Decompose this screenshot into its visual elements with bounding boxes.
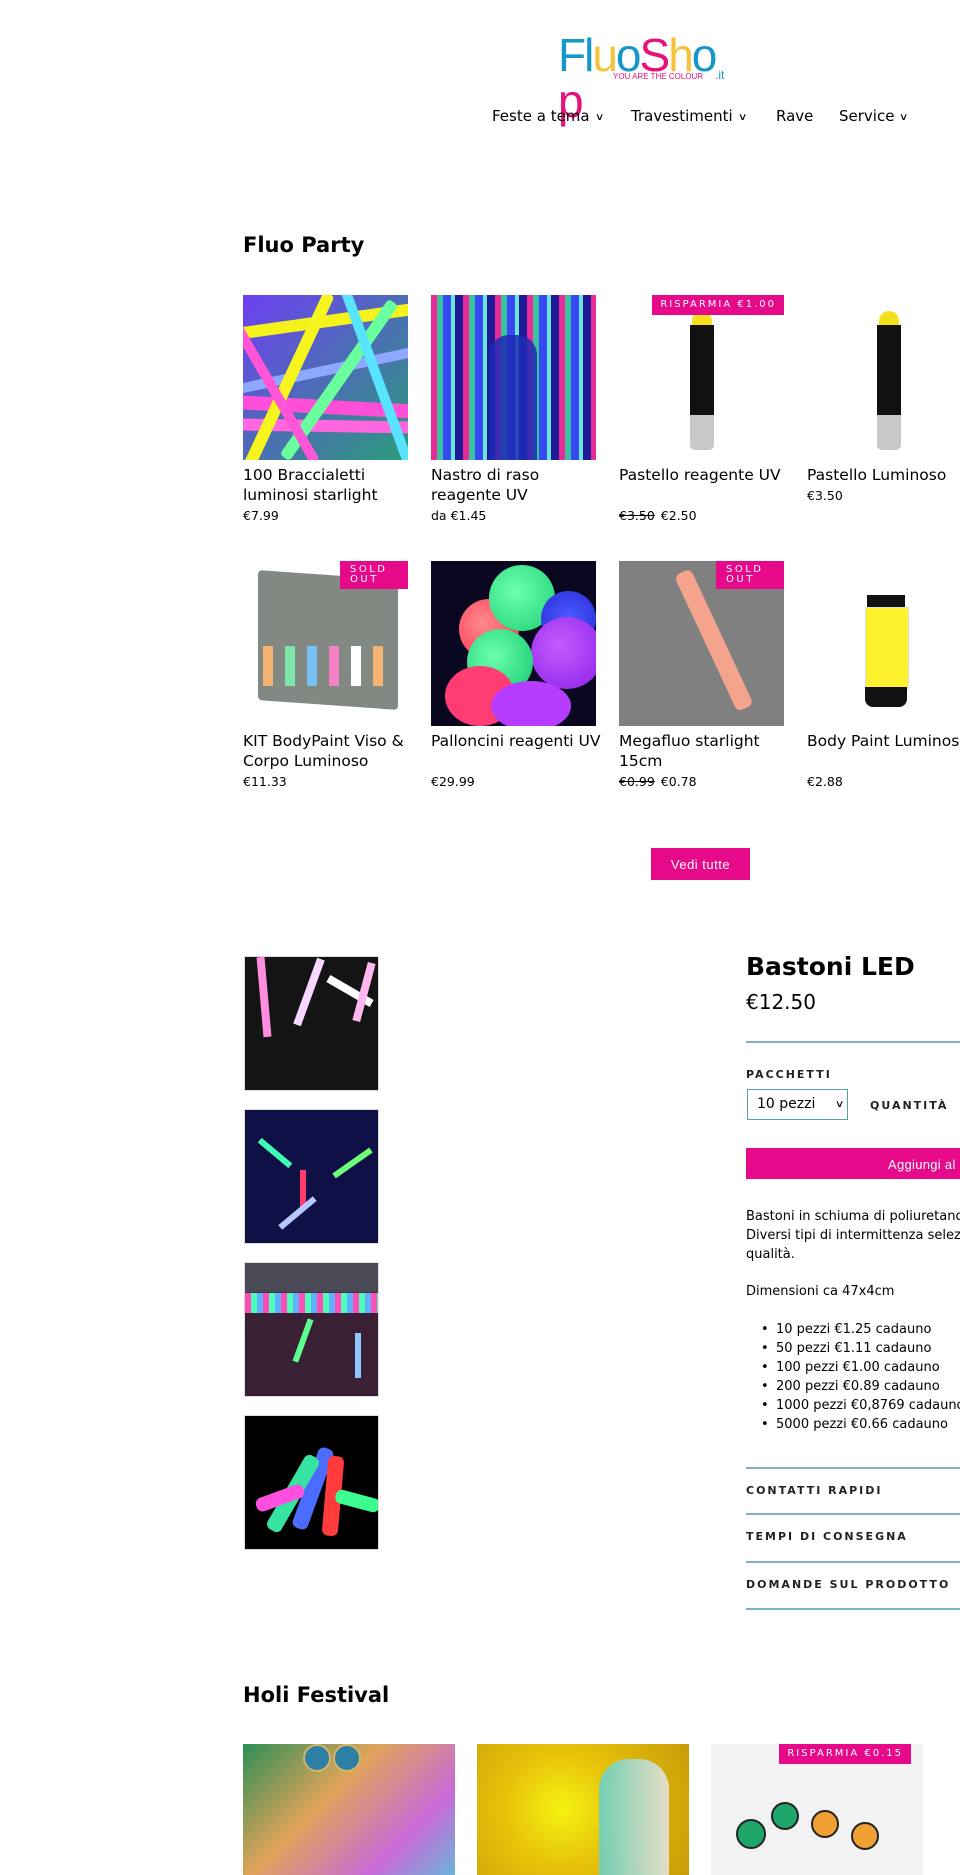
product-price: €0.99 €0.78 bbox=[619, 774, 697, 789]
quantity-label: QUANTITÀ bbox=[870, 1099, 949, 1112]
product-card[interactable]: RISPARMIA €0.15 bbox=[711, 1744, 923, 1875]
divider bbox=[746, 1608, 960, 1610]
accordion-contatti-rapidi[interactable]: CONTATTI RAPIDI bbox=[746, 1469, 960, 1513]
product-image-uv-crayon bbox=[619, 295, 784, 460]
product-image-uv-ribbon bbox=[431, 295, 596, 460]
product-title: Nastro di raso reagente UV bbox=[431, 466, 540, 504]
sold-out-badge: SOLD OUT bbox=[716, 561, 784, 589]
product-price: da €1.45 bbox=[431, 508, 487, 523]
chevron-down-icon: ∨ bbox=[834, 1099, 845, 1110]
chevron-down-icon: ∨ bbox=[594, 112, 605, 123]
accordion-domande-sul-prodotto[interactable]: DOMANDE SUL PRODOTTO bbox=[746, 1563, 960, 1607]
nav-item-label: Feste a tema bbox=[492, 107, 590, 125]
price-tier: 100 pezzi €1.00 cadauno bbox=[761, 1358, 960, 1377]
view-all-button[interactable]: Vedi tutte bbox=[651, 848, 750, 880]
product-description: Bastoni in schiuma di poliuretano Divers… bbox=[746, 1209, 960, 1299]
nav-item-label: Travestimenti bbox=[631, 107, 733, 125]
brand-logo[interactable]: FluoShop YOU ARE THE COLOUR .it bbox=[558, 29, 728, 124]
nav-item-travestimenti[interactable]: Travestimenti ∨ bbox=[631, 104, 748, 131]
product-image-holi-girl bbox=[243, 1744, 455, 1875]
logo-letter: Fl bbox=[558, 29, 594, 81]
product-thumbnail[interactable] bbox=[244, 956, 379, 1091]
product-price: €11.33 bbox=[243, 774, 287, 789]
product-image-bodypaint-tube bbox=[807, 561, 960, 726]
price-tier: 10 pezzi €1.25 cadauno bbox=[761, 1320, 960, 1339]
nav-item-feste-a-tema[interactable]: Feste a tema ∨ bbox=[492, 104, 605, 131]
product-price: €29.99 bbox=[431, 774, 475, 789]
section-title-holi-festival: Holi Festival bbox=[243, 1683, 390, 1707]
section-title-fluo-party: Fluo Party bbox=[243, 233, 365, 257]
product-image-holi-yellow-powder bbox=[599, 1759, 669, 1875]
product-title: Pastello Luminoso bbox=[807, 466, 947, 484]
discount-badge: RISPARMIA €0.15 bbox=[779, 1744, 911, 1764]
accordion-tempi-di-consegna[interactable]: TEMPI DI CONSEGNA bbox=[746, 1515, 960, 1559]
price-tier: 5000 pezzi €0.66 cadauno bbox=[761, 1415, 960, 1434]
product-price: €2.88 bbox=[807, 774, 843, 789]
product-image-glow-crayon bbox=[807, 295, 960, 460]
logo-tagline: YOU ARE THE COLOUR bbox=[613, 72, 704, 81]
product-card[interactable] bbox=[477, 1744, 689, 1875]
product-image-glow-bracelets bbox=[243, 295, 408, 460]
product-thumbnail[interactable] bbox=[244, 1415, 379, 1550]
main-nav: Feste a tema ∨ Travestimenti ∨ Rave Servic… bbox=[0, 104, 960, 128]
compare-price: €3.50 bbox=[619, 508, 655, 523]
product-dimensions: Dimensioni ca 47x4cm bbox=[746, 1284, 895, 1299]
product-price: €3.50 €2.50 bbox=[619, 508, 697, 523]
divider bbox=[746, 1041, 960, 1043]
product-title: Palloncini reagenti UV bbox=[431, 732, 601, 750]
nav-item-rave[interactable]: Rave bbox=[776, 104, 813, 128]
option-label: PACCHETTI bbox=[746, 1068, 832, 1081]
discount-badge: RISPARMIA €1.00 bbox=[652, 295, 784, 315]
product-title: 100 Braccialetti luminosi starlight bbox=[243, 466, 378, 504]
product-thumbnail[interactable] bbox=[244, 1262, 379, 1397]
product-title-heading: Bastoni LED bbox=[746, 952, 915, 981]
chevron-down-icon: ∨ bbox=[899, 112, 909, 123]
price-tier: 50 pezzi €1.11 cadauno bbox=[761, 1339, 960, 1358]
product-card[interactable] bbox=[243, 1744, 455, 1875]
product-thumbnail[interactable] bbox=[244, 1109, 379, 1244]
product-price: €3.50 bbox=[807, 488, 843, 503]
chevron-down-icon: ∨ bbox=[737, 112, 748, 123]
compare-price: €0.99 bbox=[619, 774, 655, 789]
product-price: €7.99 bbox=[243, 508, 279, 523]
nav-item-service[interactable]: Service ∨ bbox=[839, 104, 909, 131]
product-image-uv-balloons bbox=[431, 561, 596, 726]
select-value: 10 pezzi bbox=[757, 1096, 816, 1112]
pacchetti-select[interactable]: 10 pezzi ∨ bbox=[747, 1089, 848, 1120]
product-title: Pastello reagente UV bbox=[619, 466, 781, 484]
add-to-cart-button[interactable]: Aggiungi al carrello bbox=[746, 1148, 960, 1179]
price-tier: 200 pezzi €0.89 cadauno bbox=[761, 1377, 960, 1396]
logo-tld: .it bbox=[715, 68, 725, 82]
product-title: Megafluo starlight 15cm bbox=[619, 732, 760, 770]
product-title: Body Paint Luminoso bbox=[807, 732, 960, 750]
product-price: €12.50 bbox=[746, 990, 816, 1014]
nav-item-label: Rave bbox=[776, 107, 814, 125]
nav-item-label: Service bbox=[839, 107, 895, 125]
price-tier-list: 10 pezzi €1.25 cadauno 50 pezzi €1.11 ca… bbox=[746, 1320, 960, 1434]
product-title: KIT BodyPaint Viso & Corpo Luminoso bbox=[243, 732, 404, 770]
sold-out-badge: SOLD OUT bbox=[340, 561, 408, 589]
price-tier: 1000 pezzi €0,8769 cadauno bbox=[761, 1396, 960, 1415]
